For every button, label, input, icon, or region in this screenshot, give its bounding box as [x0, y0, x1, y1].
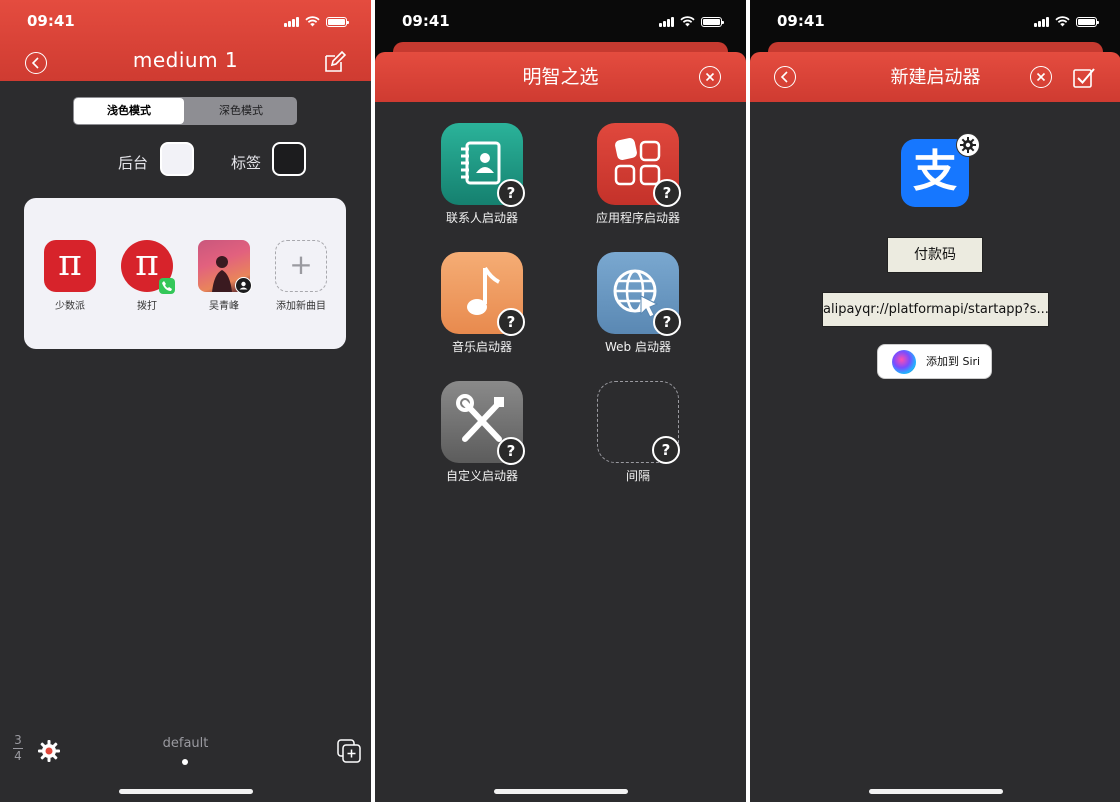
pi-glyph: π [58, 243, 82, 284]
tools-icon: ? [441, 381, 525, 465]
screen-track-editor: 09:41 medium 1 浅色模式 深色模式 后台 标签 π 少数派 π 拨… [0, 0, 371, 802]
wifi-icon [1055, 16, 1070, 27]
track-label: 少数派 [55, 301, 85, 312]
siri-icon [892, 350, 916, 374]
sheet-title: 明智之选 [522, 66, 599, 88]
wifi-icon [305, 16, 320, 27]
add-page-icon[interactable] [336, 738, 362, 764]
close-button[interactable] [699, 66, 721, 88]
cellular-icon [1034, 17, 1049, 27]
app-grid-icon: ? [597, 123, 681, 207]
background-label: 后台 [118, 154, 149, 172]
option-label: Web 启动器 [605, 340, 671, 354]
home-indicator [869, 789, 1003, 794]
contact-launcher-option[interactable]: ? 联系人启动器 [412, 123, 552, 226]
sspai-app-icon: π [44, 240, 96, 292]
status-icons [1034, 16, 1099, 27]
close-button[interactable] [1030, 66, 1052, 88]
add-track-button[interactable]: + 添加新曲目 [275, 240, 327, 312]
page-indicator-dot [182, 759, 188, 765]
background-color-swatch[interactable] [160, 142, 194, 176]
page-title: medium 1 [132, 48, 239, 72]
segment-light-mode[interactable]: 浅色模式 [74, 98, 184, 124]
launcher-url-input[interactable]: alipayqr://platformapi/startapp?s... [822, 292, 1049, 327]
contact-badge-icon [235, 277, 252, 294]
help-icon[interactable]: ? [497, 437, 525, 465]
help-icon[interactable]: ? [497, 308, 525, 336]
close-icon [705, 72, 715, 82]
track-label: 拨打 [137, 301, 157, 312]
track-label: 添加新曲目 [276, 301, 326, 312]
segment-dark-mode[interactable]: 深色模式 [186, 98, 296, 124]
battery-icon [326, 17, 349, 27]
screen-new-launcher: 09:41 新建启动器 支 付款码 alipayqr://platformapi… [750, 0, 1120, 802]
contact-photo-avatar [198, 240, 252, 294]
cellular-icon [659, 17, 674, 27]
track-label: 吴青峰 [209, 301, 239, 312]
home-indicator [494, 789, 628, 794]
screen-smart-picks: 09:41 明智之选 ? 联系人启动器 ? 应用程序启动器 ? 音乐启动器 ? … [375, 0, 746, 802]
add-slot-placeholder: + [275, 240, 327, 292]
status-bar: 09:41 [0, 0, 371, 42]
settings-badge[interactable] [956, 133, 980, 157]
music-launcher-option[interactable]: ? 音乐启动器 [412, 252, 552, 355]
plus-icon: + [289, 248, 313, 281]
status-icons [284, 16, 349, 27]
status-time: 09:41 [777, 12, 825, 30]
cellular-icon [284, 17, 299, 27]
app-launcher-option[interactable]: ? 应用程序启动器 [568, 123, 708, 226]
status-icons [659, 16, 724, 27]
option-label: 间隔 [625, 469, 650, 483]
custom-launcher-option[interactable]: ? 自定义启动器 [412, 381, 552, 484]
status-time: 09:41 [402, 12, 450, 30]
status-bar: 09:41 [375, 0, 746, 42]
option-label: 联系人启动器 [445, 211, 518, 225]
help-icon[interactable]: ? [653, 308, 681, 336]
tag-color-swatch[interactable] [272, 142, 306, 176]
home-indicator [119, 789, 253, 794]
add-to-siri-label: 添加到 Siri [926, 355, 981, 368]
spacer-option[interactable]: ? 间隔 [568, 381, 708, 484]
confirm-checkbox-icon[interactable] [1072, 66, 1096, 90]
track-item[interactable]: π 少数派 [44, 240, 96, 312]
alipay-app-icon[interactable]: 支 [901, 133, 980, 207]
contacts-book-icon: ? [441, 123, 525, 207]
gear-icon [960, 137, 976, 153]
option-label: 应用程序启动器 [595, 211, 680, 225]
help-icon[interactable]: ? [652, 436, 680, 464]
tag-label: 标签 [231, 154, 262, 172]
web-launcher-option[interactable]: ? Web 启动器 [568, 252, 708, 355]
battery-icon [1076, 17, 1099, 27]
page-total: 4 [14, 749, 22, 763]
help-icon[interactable]: ? [653, 179, 681, 207]
status-time: 09:41 [27, 12, 75, 30]
option-label: 自定义启动器 [445, 469, 518, 483]
help-icon[interactable]: ? [497, 179, 525, 207]
dial-app-icon: π [121, 240, 175, 294]
phone-icon [159, 278, 175, 294]
close-icon [1036, 72, 1046, 82]
globe-icon: ? [597, 252, 681, 336]
status-bar: 09:41 [750, 0, 1120, 42]
battery-icon [701, 17, 724, 27]
launcher-name-input[interactable]: 付款码 [887, 237, 983, 273]
add-to-siri-button[interactable]: 添加到 Siri [877, 344, 992, 379]
profile-name[interactable]: default [0, 736, 371, 751]
sheet-title: 新建启动器 [890, 67, 981, 88]
track-item[interactable]: π 拨打 [121, 240, 175, 312]
option-label: 音乐启动器 [451, 340, 512, 354]
edit-icon[interactable] [323, 50, 347, 74]
music-note-icon: ? [441, 252, 525, 336]
tracks-card: π 少数派 π 拨打 吴青峰 + 添加新曲目 [24, 198, 346, 349]
wifi-icon [680, 16, 695, 27]
spacer-placeholder: ? [597, 381, 680, 464]
track-item[interactable]: 吴青峰 [198, 240, 252, 312]
appearance-segmented-control: 浅色模式 深色模式 [73, 97, 297, 125]
